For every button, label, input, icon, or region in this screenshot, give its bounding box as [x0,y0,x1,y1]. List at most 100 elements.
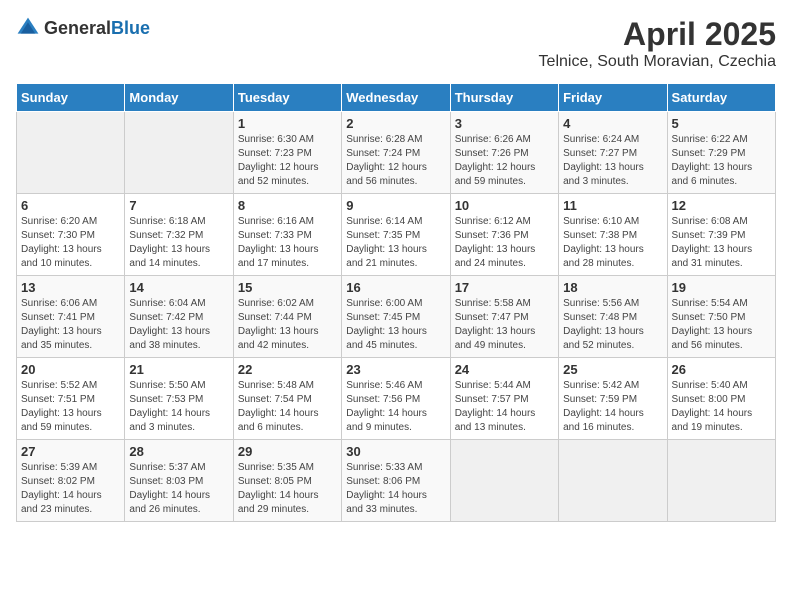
calendar-table: SundayMondayTuesdayWednesdayThursdayFrid… [16,83,776,522]
day-number: 9 [346,198,445,213]
calendar-subtitle: Telnice, South Moravian, Czechia [539,53,776,71]
day-info: Sunrise: 5:39 AM Sunset: 8:02 PM Dayligh… [21,461,120,517]
day-info: Sunrise: 5:50 AM Sunset: 7:53 PM Dayligh… [129,379,228,435]
day-number: 16 [346,280,445,295]
day-number: 14 [129,280,228,295]
calendar-cell: 26 Sunrise: 5:40 AM Sunset: 8:00 PM Dayli… [667,358,775,440]
calendar-cell: 15 Sunrise: 6:02 AM Sunset: 7:44 PM Dayli… [233,276,341,358]
day-info: Sunrise: 6:06 AM Sunset: 7:41 PM Dayligh… [21,297,120,353]
day-info: Sunrise: 6:08 AM Sunset: 7:39 PM Dayligh… [672,215,771,271]
day-number: 11 [563,198,662,213]
calendar-cell: 3 Sunrise: 6:26 AM Sunset: 7:26 PM Daylig… [450,112,558,194]
day-number: 24 [455,362,554,377]
calendar-cell: 14 Sunrise: 6:04 AM Sunset: 7:42 PM Dayli… [125,276,233,358]
day-number: 3 [455,116,554,131]
calendar-week-2: 6 Sunrise: 6:20 AM Sunset: 7:30 PM Daylig… [17,194,776,276]
calendar-cell: 23Sunrise: 5:46 AM Sunset: 7:56 PM Dayli… [342,358,450,440]
calendar-week-1: 1 Sunrise: 6:30 AM Sunset: 7:23 PM Daylig… [17,112,776,194]
day-info: Sunrise: 5:35 AM Sunset: 8:05 PM Dayligh… [238,461,337,517]
calendar-cell: 20Sunrise: 5:52 AM Sunset: 7:51 PM Dayli… [17,358,125,440]
logo-general-text: General [44,18,111,38]
weekday-header-saturday: Saturday [667,84,775,112]
day-number: 30 [346,444,445,459]
calendar-cell [125,112,233,194]
title-block: April 2025 Telnice, South Moravian, Czec… [539,16,776,71]
calendar-cell: 5 Sunrise: 6:22 AM Sunset: 7:29 PM Daylig… [667,112,775,194]
day-info: Sunrise: 5:58 AM Sunset: 7:47 PM Dayligh… [455,297,554,353]
day-info: Sunrise: 5:37 AM Sunset: 8:03 PM Dayligh… [129,461,228,517]
calendar-week-5: 27 Sunrise: 5:39 AM Sunset: 8:02 PM Dayli… [17,440,776,522]
day-number: 10 [455,198,554,213]
day-number: 23 [346,362,445,377]
calendar-cell: 17 Sunrise: 5:58 AM Sunset: 7:47 PM Dayli… [450,276,558,358]
day-number: 5 [672,116,771,131]
page-header: GeneralBlue April 2025 Telnice, South Mo… [16,16,776,71]
day-info: Sunrise: 6:26 AM Sunset: 7:26 PM Dayligh… [455,133,554,189]
calendar-cell: 7Sunrise: 6:18 AM Sunset: 7:32 PM Daylig… [125,194,233,276]
day-number: 21 [129,362,228,377]
day-info: Sunrise: 6:14 AM Sunset: 7:35 PM Dayligh… [346,215,445,271]
day-number: 26 [672,362,771,377]
day-number: 22 [238,362,337,377]
calendar-cell: 24 Sunrise: 5:44 AM Sunset: 7:57 PM Dayli… [450,358,558,440]
day-info: Sunrise: 6:02 AM Sunset: 7:44 PM Dayligh… [238,297,337,353]
calendar-cell [450,440,558,522]
weekday-header-thursday: Thursday [450,84,558,112]
day-info: Sunrise: 5:33 AM Sunset: 8:06 PM Dayligh… [346,461,445,517]
day-info: Sunrise: 6:12 AM Sunset: 7:36 PM Dayligh… [455,215,554,271]
day-info: Sunrise: 6:00 AM Sunset: 7:45 PM Dayligh… [346,297,445,353]
day-number: 27 [21,444,120,459]
logo-blue-text: Blue [111,18,150,38]
calendar-cell: 30 Sunrise: 5:33 AM Sunset: 8:06 PM Dayli… [342,440,450,522]
weekday-header-tuesday: Tuesday [233,84,341,112]
day-info: Sunrise: 5:42 AM Sunset: 7:59 PM Dayligh… [563,379,662,435]
weekday-header-monday: Monday [125,84,233,112]
calendar-cell: 2Sunrise: 6:28 AM Sunset: 7:24 PM Daylig… [342,112,450,194]
day-info: Sunrise: 6:20 AM Sunset: 7:30 PM Dayligh… [21,215,120,271]
day-number: 2 [346,116,445,131]
day-info: Sunrise: 6:24 AM Sunset: 7:27 PM Dayligh… [563,133,662,189]
day-number: 1 [238,116,337,131]
calendar-cell: 13 Sunrise: 6:06 AM Sunset: 7:41 PM Dayli… [17,276,125,358]
weekday-header-wednesday: Wednesday [342,84,450,112]
calendar-cell: 19 Sunrise: 5:54 AM Sunset: 7:50 PM Dayli… [667,276,775,358]
calendar-cell [667,440,775,522]
day-number: 29 [238,444,337,459]
day-number: 12 [672,198,771,213]
day-info: Sunrise: 6:04 AM Sunset: 7:42 PM Dayligh… [129,297,228,353]
calendar-cell: 16 Sunrise: 6:00 AM Sunset: 7:45 PM Dayli… [342,276,450,358]
calendar-cell: 8 Sunrise: 6:16 AM Sunset: 7:33 PM Daylig… [233,194,341,276]
day-number: 15 [238,280,337,295]
calendar-cell: 22Sunrise: 5:48 AM Sunset: 7:54 PM Dayli… [233,358,341,440]
day-number: 18 [563,280,662,295]
day-info: Sunrise: 5:54 AM Sunset: 7:50 PM Dayligh… [672,297,771,353]
calendar-cell: 27 Sunrise: 5:39 AM Sunset: 8:02 PM Dayli… [17,440,125,522]
day-number: 13 [21,280,120,295]
day-number: 17 [455,280,554,295]
calendar-cell: 11Sunrise: 6:10 AM Sunset: 7:38 PM Dayli… [559,194,667,276]
day-number: 8 [238,198,337,213]
calendar-cell: 9 Sunrise: 6:14 AM Sunset: 7:35 PM Daylig… [342,194,450,276]
logo-icon [16,16,40,40]
day-number: 6 [21,198,120,213]
weekday-header-friday: Friday [559,84,667,112]
calendar-cell: 6 Sunrise: 6:20 AM Sunset: 7:30 PM Daylig… [17,194,125,276]
day-info: Sunrise: 5:44 AM Sunset: 7:57 PM Dayligh… [455,379,554,435]
calendar-cell: 28Sunrise: 5:37 AM Sunset: 8:03 PM Dayli… [125,440,233,522]
day-number: 25 [563,362,662,377]
day-number: 7 [129,198,228,213]
day-info: Sunrise: 6:16 AM Sunset: 7:33 PM Dayligh… [238,215,337,271]
calendar-cell: 25 Sunrise: 5:42 AM Sunset: 7:59 PM Dayli… [559,358,667,440]
day-info: Sunrise: 6:22 AM Sunset: 7:29 PM Dayligh… [672,133,771,189]
day-info: Sunrise: 6:30 AM Sunset: 7:23 PM Dayligh… [238,133,337,189]
weekday-header-sunday: Sunday [17,84,125,112]
calendar-week-4: 20Sunrise: 5:52 AM Sunset: 7:51 PM Dayli… [17,358,776,440]
calendar-cell: 1 Sunrise: 6:30 AM Sunset: 7:23 PM Daylig… [233,112,341,194]
calendar-cell: 29 Sunrise: 5:35 AM Sunset: 8:05 PM Dayli… [233,440,341,522]
day-number: 20 [21,362,120,377]
calendar-title: April 2025 [539,16,776,53]
weekday-header-row: SundayMondayTuesdayWednesdayThursdayFrid… [17,84,776,112]
day-number: 4 [563,116,662,131]
day-info: Sunrise: 5:40 AM Sunset: 8:00 PM Dayligh… [672,379,771,435]
day-number: 19 [672,280,771,295]
